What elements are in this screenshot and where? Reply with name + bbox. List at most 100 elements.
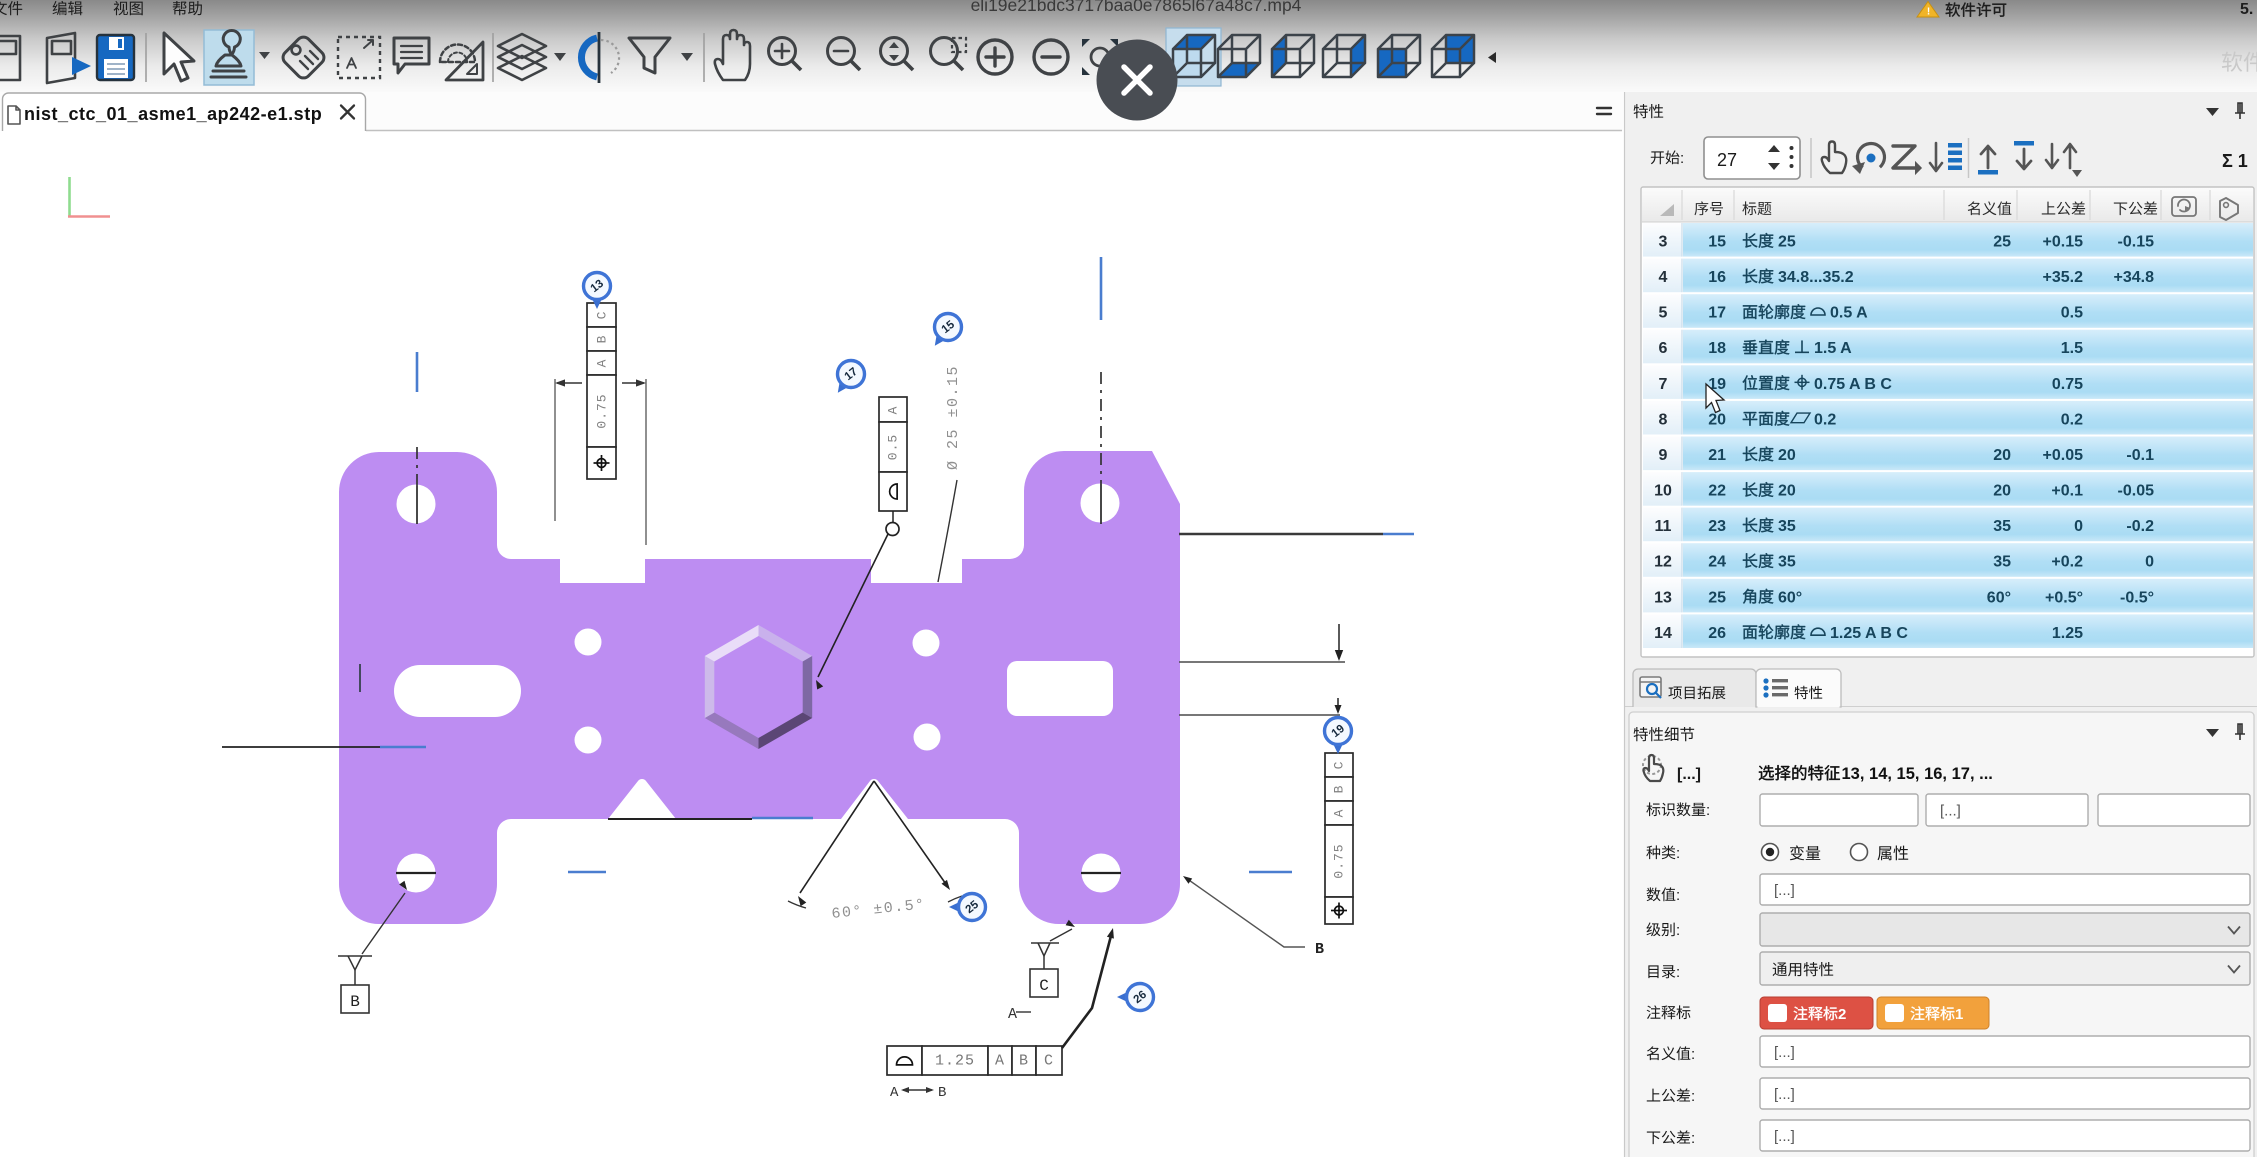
svg-text:35: 35 <box>1778 518 1796 535</box>
svg-text:nist_ctc_01_asme1_ap242-e1.stp: nist_ctc_01_asme1_ap242-e1.stp <box>24 104 322 124</box>
svg-text:+0.05: +0.05 <box>2043 447 2084 464</box>
svg-text:34.8...35.2: 34.8...35.2 <box>1778 269 1854 286</box>
svg-text:1.25: 1.25 <box>2052 625 2083 642</box>
svg-text:9: 9 <box>1659 447 1668 464</box>
svg-text:35: 35 <box>1993 554 2011 571</box>
svg-text:23: 23 <box>1708 518 1726 535</box>
svg-text:B: B <box>1315 941 1324 958</box>
svg-text:+0.15: +0.15 <box>2043 234 2084 251</box>
svg-text::: : <box>1676 964 1680 981</box>
svg-text:25: 25 <box>1993 234 2011 251</box>
svg-text:1.25 A B C: 1.25 A B C <box>1830 625 1908 642</box>
svg-text:35: 35 <box>1778 554 1796 571</box>
svg-text:3: 3 <box>1659 234 1668 251</box>
svg-text:A: A <box>595 359 610 368</box>
svg-text:0.75: 0.75 <box>595 393 610 428</box>
svg-text:10: 10 <box>1654 483 1672 500</box>
svg-text:20: 20 <box>1778 447 1796 464</box>
svg-text:[...]: [...] <box>1774 1128 1795 1145</box>
svg-text:27: 27 <box>1717 150 1737 170</box>
svg-text:-0.1: -0.1 <box>2126 447 2154 464</box>
svg-text:26: 26 <box>1708 625 1726 642</box>
svg-text:20: 20 <box>1993 447 2011 464</box>
svg-text:20: 20 <box>1708 411 1726 428</box>
svg-text:A: A <box>886 406 901 415</box>
svg-text:1: 1 <box>1955 1006 1963 1023</box>
svg-text:!: ! <box>1927 7 1930 18</box>
svg-text:+0.2: +0.2 <box>2051 554 2083 571</box>
svg-text:A: A <box>995 1053 1005 1070</box>
svg-text:0: 0 <box>2074 518 2083 535</box>
svg-text:60°: 60° <box>1987 589 2011 606</box>
svg-text::: : <box>1676 922 1680 939</box>
svg-text:16: 16 <box>1708 269 1726 286</box>
svg-text::: : <box>1691 1046 1695 1063</box>
svg-text:Σ 1: Σ 1 <box>2222 151 2248 171</box>
svg-text:25: 25 <box>1778 234 1796 251</box>
svg-text:0.75 A B C: 0.75 A B C <box>1814 376 1892 393</box>
svg-text:A: A <box>1332 809 1347 818</box>
svg-text:A: A <box>890 1085 899 1101</box>
svg-text:eli19e21bdc3717baa0e7865l67a48: eli19e21bdc3717baa0e7865l67a48c7.mp4 <box>971 0 1302 15</box>
svg-text::: : <box>1706 802 1710 819</box>
svg-text:13: 13 <box>1654 589 1672 606</box>
svg-text:0.2: 0.2 <box>1814 411 1836 428</box>
svg-text:-0.2: -0.2 <box>2126 518 2154 535</box>
svg-text:14: 14 <box>1654 625 1672 642</box>
svg-text:12: 12 <box>1654 554 1672 571</box>
svg-text:B: B <box>350 993 360 1011</box>
svg-text:0.75: 0.75 <box>1332 843 1347 878</box>
svg-text:B: B <box>1019 1053 1029 1070</box>
svg-text:15: 15 <box>1708 234 1726 251</box>
svg-text:0: 0 <box>2145 554 2154 571</box>
svg-text:+34.8: +34.8 <box>2114 269 2155 286</box>
svg-text:C: C <box>595 311 610 320</box>
svg-text:0.75: 0.75 <box>2052 376 2083 393</box>
svg-text:B: B <box>938 1085 946 1101</box>
svg-text:1.5 A: 1.5 A <box>1814 340 1852 357</box>
svg-text:6: 6 <box>1659 340 1668 357</box>
svg-text:B: B <box>595 335 610 344</box>
svg-text::: : <box>1676 845 1680 862</box>
svg-text:0.5 A: 0.5 A <box>1830 305 1868 322</box>
svg-text::: : <box>1676 887 1680 904</box>
svg-text:-0.05: -0.05 <box>2118 483 2155 500</box>
svg-text:4: 4 <box>1659 269 1668 286</box>
svg-text:2: 2 <box>1838 1006 1846 1023</box>
svg-text:C: C <box>1332 761 1347 770</box>
svg-text:B: B <box>1332 785 1347 794</box>
svg-text:20: 20 <box>1778 483 1796 500</box>
svg-text:A: A <box>1008 1006 1017 1023</box>
svg-text:0.2: 0.2 <box>2061 411 2083 428</box>
svg-text:13, 14, 15, 16, 17, ...: 13, 14, 15, 16, 17, ... <box>1842 765 1993 783</box>
svg-text:5.: 5. <box>2240 1 2253 18</box>
svg-text:-0.15: -0.15 <box>2118 234 2155 251</box>
svg-text:25: 25 <box>1708 589 1726 606</box>
svg-text:17: 17 <box>1708 305 1726 322</box>
svg-text:21: 21 <box>1708 447 1726 464</box>
svg-text:-0.5°: -0.5° <box>2120 589 2154 606</box>
svg-text:0.5: 0.5 <box>886 434 901 460</box>
svg-text:1.5: 1.5 <box>2061 340 2083 357</box>
svg-text:Ø 25 ±0.15: Ø 25 ±0.15 <box>945 365 962 470</box>
svg-text:+0.1: +0.1 <box>2051 483 2083 500</box>
svg-text:8: 8 <box>1659 411 1668 428</box>
svg-text:22: 22 <box>1708 483 1726 500</box>
svg-text::: : <box>1691 1130 1695 1147</box>
svg-text:+0.5°: +0.5° <box>2045 589 2083 606</box>
svg-text:7: 7 <box>1659 376 1668 393</box>
svg-text:5: 5 <box>1659 305 1668 322</box>
svg-text::: : <box>1691 1088 1695 1105</box>
svg-text:[...]: [...] <box>1774 1044 1795 1061</box>
svg-text:24: 24 <box>1708 554 1726 571</box>
svg-text:C: C <box>1039 977 1049 995</box>
svg-text:C: C <box>1044 1053 1054 1070</box>
svg-text:20: 20 <box>1993 483 2011 500</box>
svg-text:11: 11 <box>1655 518 1672 535</box>
svg-text:60°: 60° <box>1778 589 1802 606</box>
svg-text:18: 18 <box>1708 340 1726 357</box>
svg-text:0.5: 0.5 <box>2061 305 2083 322</box>
svg-text:[...]: [...] <box>1940 803 1961 820</box>
svg-text:[...]: [...] <box>1774 882 1795 899</box>
svg-text::: : <box>1680 150 1684 167</box>
